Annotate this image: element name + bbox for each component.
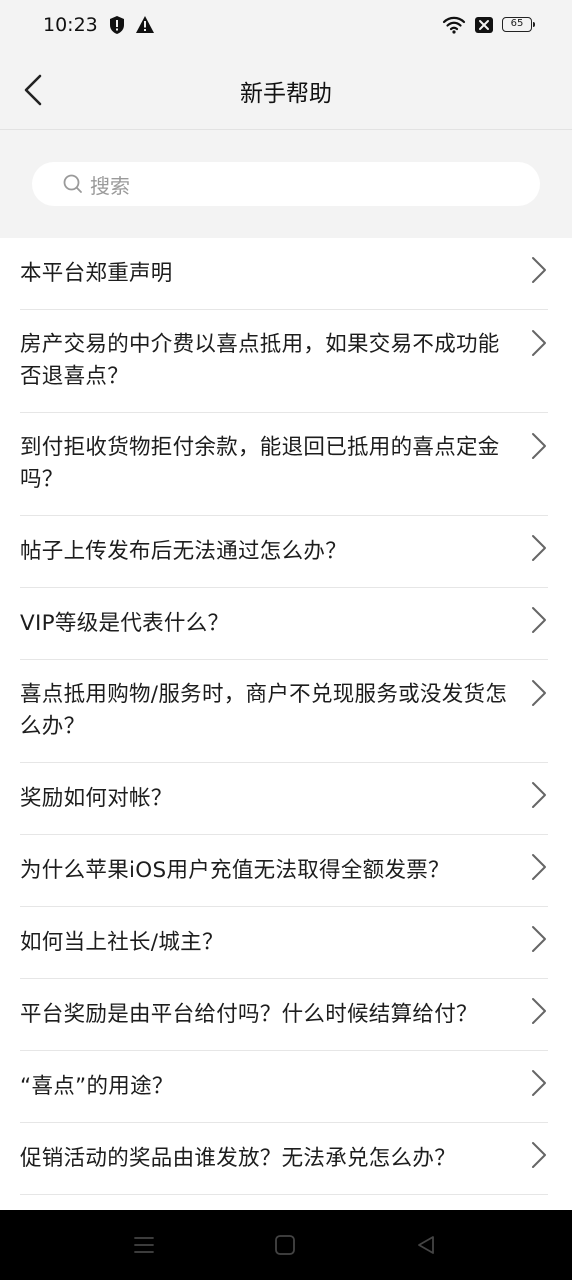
faq-item-partial[interactable] [20,1195,548,1210]
search-area: 搜索 [0,130,572,238]
page-title: 新手帮助 [240,81,332,107]
search-input[interactable]: 搜索 [32,162,540,206]
faq-item-statement[interactable]: 本平台郑重声明 [20,238,548,310]
chevron-right-icon [532,680,546,706]
home-icon[interactable] [274,1234,296,1256]
faq-item-agency-fee[interactable]: 房产交易的中介费以喜点抵用，如果交易不成功能否退喜点？ [20,310,548,413]
faq-item-label: 喜点抵用购物/服务时，商户不兑现服务或没发货怎么办？ [20,682,508,739]
header-bar: 新手帮助 [0,52,572,130]
battery-icon: 65 [502,17,535,32]
faq-item-points-usage[interactable]: “喜点”的用途？ [20,1051,548,1123]
chevron-right-icon [532,782,546,808]
chevron-right-icon [532,433,546,459]
chevron-right-icon [532,998,546,1024]
faq-item-post-rejected[interactable]: 帖子上传发布后无法通过怎么办？ [20,516,548,588]
system-nav-bar [0,1210,572,1280]
chevron-right-icon [532,926,546,952]
battery-level: 65 [510,18,524,29]
faq-item-label: 帖子上传发布后无法通过怎么办？ [20,538,348,564]
faq-item-label: VIP等级是代表什么？ [20,610,230,636]
chevron-right-icon [532,535,546,561]
faq-item-ios-invoice[interactable]: 为什么苹果iOS用户充值无法取得全额发票？ [20,835,548,907]
back-triangle-icon[interactable] [415,1234,437,1256]
faq-item-label: 房产交易的中介费以喜点抵用，如果交易不成功能否退喜点？ [20,332,500,389]
faq-item-label: 平台奖励是由平台给付吗？什么时候结算给付？ [20,1001,478,1027]
faq-item-promo-prizes[interactable]: 促销活动的奖品由谁发放？无法承兑怎么办？ [20,1123,548,1195]
status-bar: 10:23 65 [0,0,572,52]
chevron-right-icon [532,257,546,283]
status-time: 10:23 [43,14,98,36]
sim-off-icon [475,16,493,33]
faq-item-label: 为什么苹果iOS用户充值无法取得全额发票？ [20,857,450,883]
faq-item-label: “喜点”的用途？ [20,1073,174,1099]
faq-item-label: 奖励如何对帐？ [20,785,173,811]
faq-list: 本平台郑重声明 房产交易的中介费以喜点抵用，如果交易不成功能否退喜点？ 到付拒收… [0,238,572,1210]
wifi-icon [442,16,466,34]
shield-alert-icon [110,16,124,34]
chevron-right-icon [532,607,546,633]
faq-item-become-leader[interactable]: 如何当上社长/城主？ [20,907,548,979]
faq-item-reward-reconcile[interactable]: 奖励如何对帐？ [20,763,548,835]
status-left-icons [108,15,155,35]
chevron-right-icon [532,854,546,880]
chevron-right-icon [532,1070,546,1096]
faq-item-reward-payment[interactable]: 平台奖励是由平台给付吗？什么时候结算给付？ [20,979,548,1051]
menu-icon[interactable] [133,1234,155,1256]
faq-item-label: 本平台郑重声明 [20,260,173,286]
faq-item-label: 如何当上社长/城主？ [20,929,224,955]
faq-item-vip-level[interactable]: VIP等级是代表什么？ [20,588,548,660]
warning-icon [136,16,154,33]
faq-item-label: 促销活动的奖品由谁发放？无法承兑怎么办？ [20,1145,457,1171]
chevron-right-icon [532,1142,546,1168]
search-icon [63,174,82,193]
faq-item-label: 到付拒收货物拒付余款，能退回已抵用的喜点定金吗？ [20,435,500,492]
chevron-right-icon [532,330,546,356]
search-placeholder: 搜索 [90,173,130,198]
status-right-icons: 65 [442,15,535,34]
faq-item-merchant-default[interactable]: 喜点抵用购物/服务时，商户不兑现服务或没发货怎么办？ [20,660,548,763]
faq-item-refuse-delivery[interactable]: 到付拒收货物拒付余款，能退回已抵用的喜点定金吗？ [20,413,548,516]
